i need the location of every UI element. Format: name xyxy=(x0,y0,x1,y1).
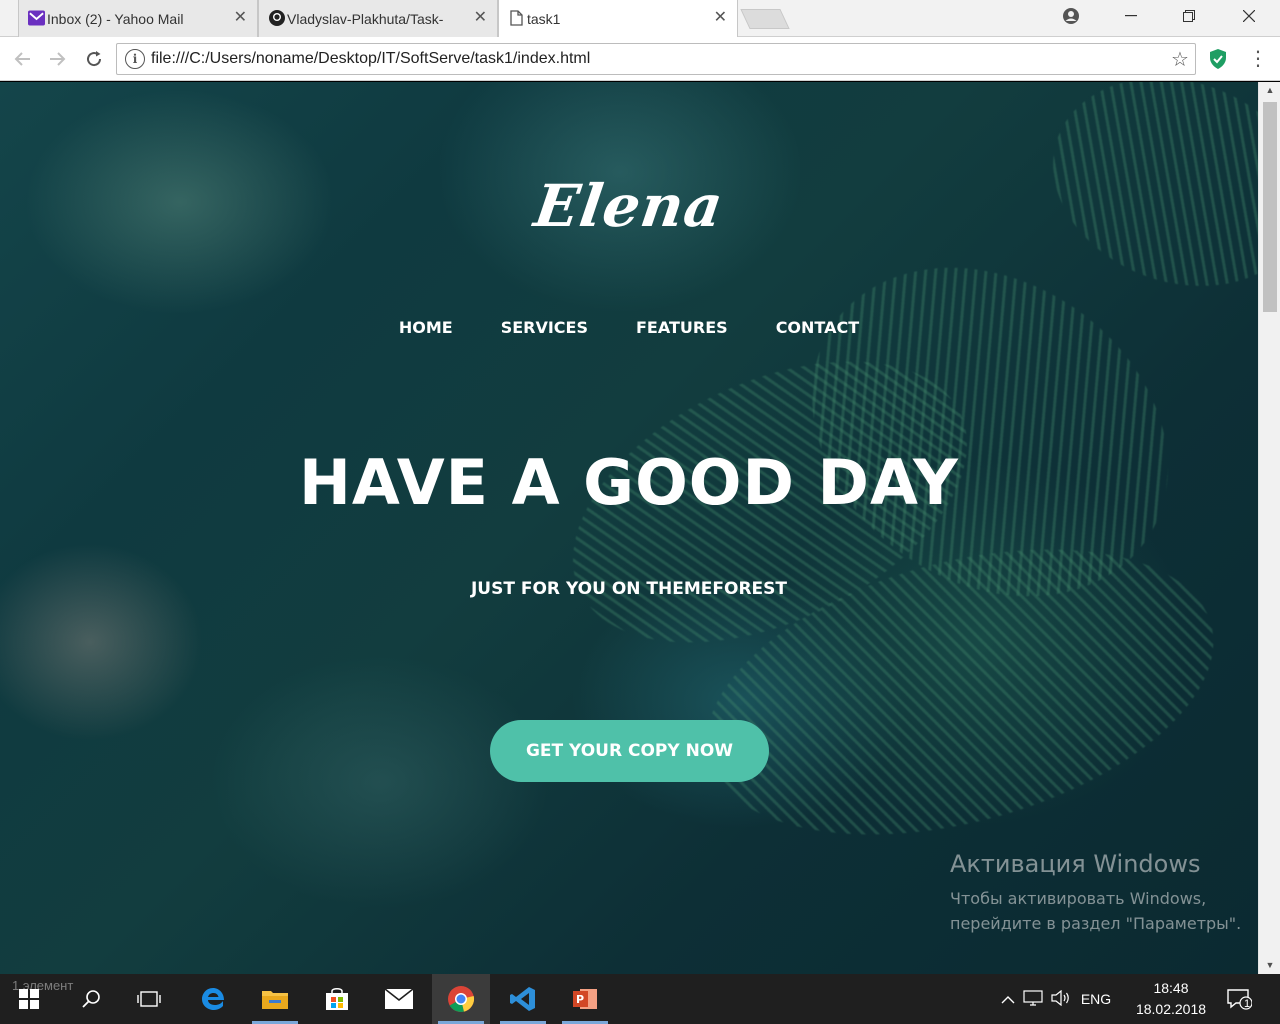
web-page: Elena HOME SERVICES FEATURES CONTACT HAV… xyxy=(0,82,1258,974)
task-view-icon[interactable] xyxy=(120,974,178,1024)
edge-icon[interactable] xyxy=(184,974,242,1024)
tab-task1[interactable]: task1 ✕ xyxy=(498,0,738,37)
clock-time: 18:48 xyxy=(1153,980,1189,996)
reload-icon[interactable] xyxy=(82,47,106,71)
activation-title: Активация Windows xyxy=(950,850,1201,878)
activation-line-2: перейдите в раздел "Параметры". xyxy=(950,914,1242,933)
back-arrow-icon[interactable] xyxy=(10,47,34,71)
nav-features[interactable]: FEATURES xyxy=(636,318,728,337)
nav-home[interactable]: HOME xyxy=(399,318,453,337)
notification-center-icon[interactable]: 1 xyxy=(1214,974,1264,1024)
browser-toolbar: i file:///C:/Users/noname/Desktop/IT/Sof… xyxy=(0,37,1280,81)
windows-activation-watermark: Активация Windows Чтобы активировать Win… xyxy=(950,850,1241,936)
svg-text:P: P xyxy=(576,993,584,1006)
scroll-down-arrow-icon[interactable]: ▼ xyxy=(1259,957,1280,974)
site-logo[interactable]: Elena xyxy=(0,172,1258,240)
file-explorer-icon[interactable] xyxy=(246,974,304,1024)
new-tab-button[interactable] xyxy=(740,9,790,29)
document-icon xyxy=(508,10,525,26)
volume-icon[interactable] xyxy=(1048,989,1074,1009)
menu-dots-icon[interactable]: ⋮ xyxy=(1248,46,1268,72)
restore-icon[interactable] xyxy=(1166,0,1212,32)
hero-subtitle: JUST FOR YOU ON THEMEFOREST xyxy=(470,579,787,599)
forward-arrow-icon[interactable] xyxy=(46,47,70,71)
scroll-thumb[interactable] xyxy=(1263,102,1277,312)
close-window-icon[interactable] xyxy=(1226,0,1272,32)
start-icon[interactable] xyxy=(0,974,58,1024)
close-icon[interactable]: ✕ xyxy=(474,9,487,27)
get-copy-button[interactable]: GET YOUR COPY NOW xyxy=(490,720,769,782)
language-indicator[interactable]: ENG xyxy=(1074,991,1118,1007)
tab-yahoo-mail[interactable]: Inbox (2) - Yahoo Mail ✕ xyxy=(18,0,258,37)
bookmark-star-icon[interactable]: ☆ xyxy=(1165,47,1195,72)
chevron-up-icon[interactable] xyxy=(998,991,1018,1007)
nav-services[interactable]: SERVICES xyxy=(501,318,588,337)
activation-line-1: Чтобы активировать Windows, xyxy=(950,889,1207,908)
minimize-icon[interactable] xyxy=(1108,0,1154,32)
vertical-scrollbar[interactable]: ▲ ▼ xyxy=(1258,82,1280,974)
tab-github[interactable]: Vladyslav-Plakhuta/Task- ✕ xyxy=(258,0,498,37)
mail-icon[interactable] xyxy=(370,974,428,1024)
chrome-icon[interactable] xyxy=(432,974,490,1024)
windows-taskbar: 1 элемент P ENG 18:48 18.02.2018 1 xyxy=(0,974,1280,1024)
clock-date: 18.02.2018 xyxy=(1135,1001,1207,1017)
tab-strip: Inbox (2) - Yahoo Mail ✕ Vladyslav-Plakh… xyxy=(0,0,1280,37)
tab-title: task1 xyxy=(527,10,561,27)
scroll-up-arrow-icon[interactable]: ▲ xyxy=(1259,82,1280,99)
profile-icon[interactable] xyxy=(1048,0,1094,32)
powerpoint-icon[interactable]: P xyxy=(556,974,614,1024)
system-tray: ENG xyxy=(998,974,1118,1024)
info-icon[interactable]: i xyxy=(125,49,145,69)
tab-title: Vladyslav-Plakhuta/Task- xyxy=(287,10,444,27)
close-icon[interactable]: ✕ xyxy=(714,9,727,27)
clock[interactable]: 18:48 18.02.2018 xyxy=(1128,978,1214,1020)
nav-contact[interactable]: CONTACT xyxy=(776,318,859,337)
github-icon xyxy=(268,10,285,26)
address-bar[interactable]: i file:///C:/Users/noname/Desktop/IT/Sof… xyxy=(116,43,1196,75)
search-icon[interactable] xyxy=(62,974,120,1024)
yahoo-mail-icon xyxy=(28,10,45,26)
url-text[interactable]: file:///C:/Users/noname/Desktop/IT/SoftS… xyxy=(151,50,1165,68)
store-icon[interactable] xyxy=(308,974,366,1024)
tab-title: Inbox (2) - Yahoo Mail xyxy=(47,10,184,27)
main-nav: HOME SERVICES FEATURES CONTACT xyxy=(0,318,1258,337)
hero-title: HAVE A GOOD DAY xyxy=(299,446,959,519)
notification-count: 1 xyxy=(1244,998,1251,1010)
close-icon[interactable]: ✕ xyxy=(234,9,247,27)
shield-extension-icon[interactable] xyxy=(1208,48,1228,70)
vscode-icon[interactable] xyxy=(494,974,552,1024)
network-icon[interactable] xyxy=(1018,989,1048,1009)
